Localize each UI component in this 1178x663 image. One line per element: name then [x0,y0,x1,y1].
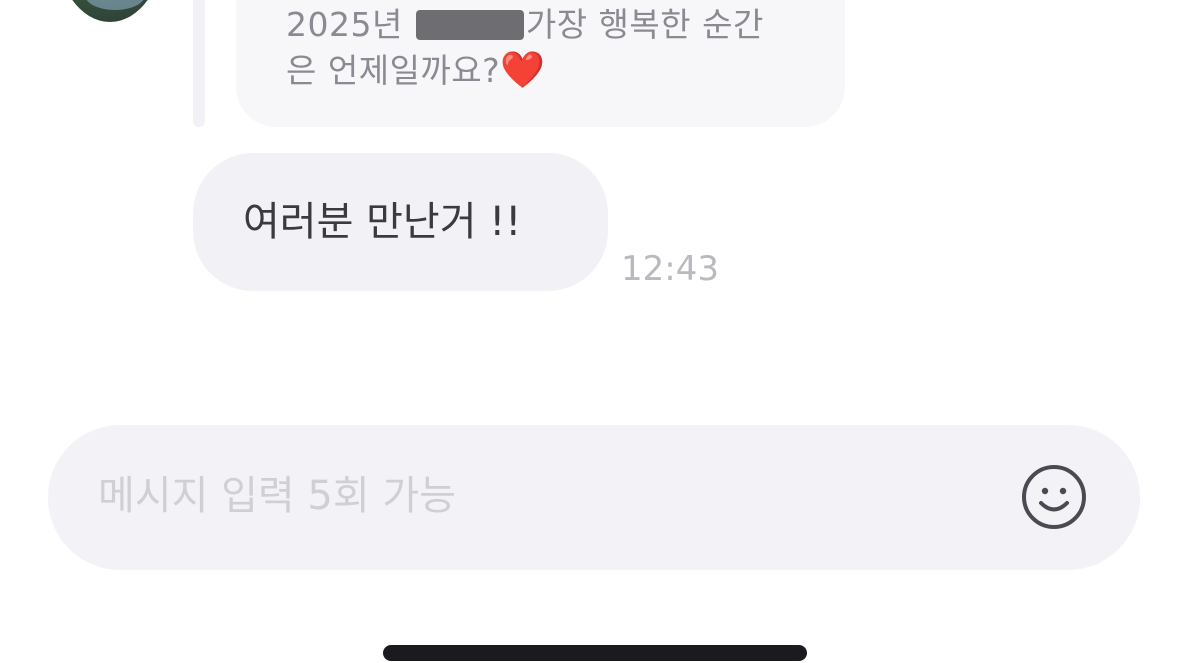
quoted-line1-suffix: 가장 행복한 순간 [525,5,764,44]
message-input-placeholder: 메시지 입력 5회 가능 [98,473,456,519]
heart-emoji: ❤️ [500,50,546,91]
avatar[interactable] [55,0,165,22]
redacted-block [415,10,524,40]
quoted-line1-prefix: 2025년 [286,5,403,44]
chat-screen: 2025년 가장 행복한 순간 은 언제일까요?❤️ 여러분 만난거 !! 12… [0,0,1178,663]
quoted-line2: 은 언제일까요? [286,51,501,90]
message-timestamp: 12:43 [621,249,719,289]
message-text: 여러분 만난거 !! [243,199,522,245]
home-indicator[interactable] [383,645,807,661]
smiley-face-icon[interactable] [1021,464,1087,530]
quote-indicator-bar [193,0,205,127]
quoted-message-text: 2025년 가장 행복한 순간 은 언제일까요?❤️ [286,2,826,94]
